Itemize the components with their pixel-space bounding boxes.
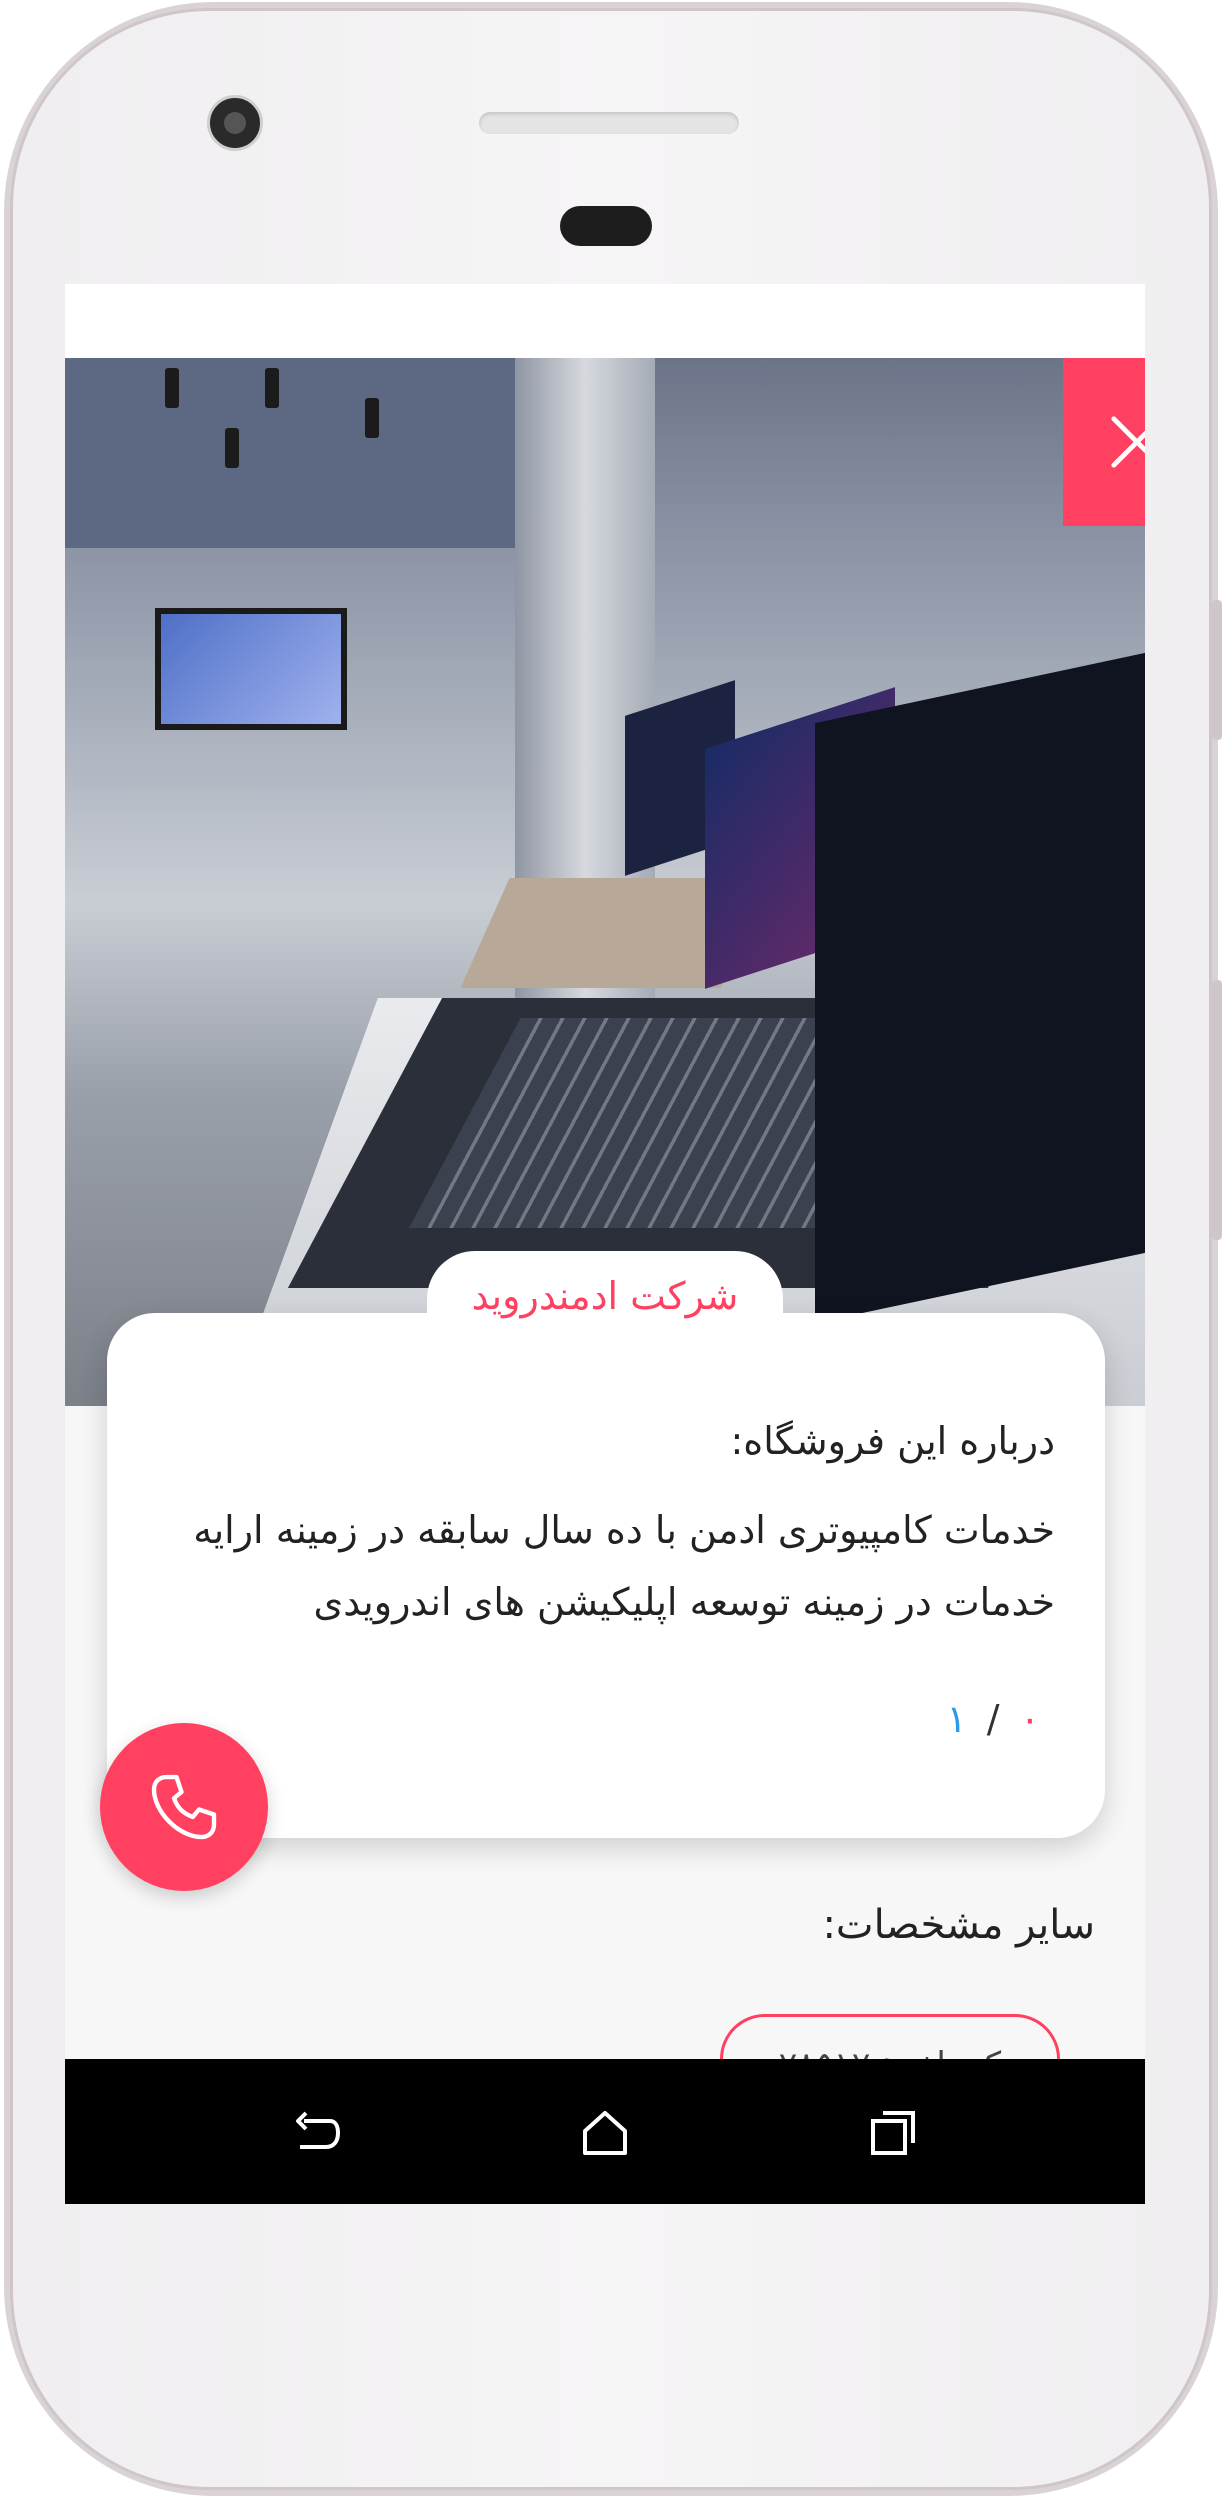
rating-separator: / <box>986 1697 1000 1741</box>
company-name: شرکت ادمندروید <box>471 1274 739 1318</box>
other-specs-title: سایر مشخصات: <box>822 1902 1095 1948</box>
close-button[interactable] <box>1063 358 1145 526</box>
close-icon <box>1111 416 1145 468</box>
power-button <box>1212 600 1222 740</box>
call-button[interactable] <box>100 1723 268 1891</box>
rating-value: ۰ <box>1019 1697 1040 1741</box>
android-nav-bar <box>65 2059 1145 2204</box>
status-bar <box>65 284 1145 358</box>
hero-ceiling-light <box>225 428 239 468</box>
front-camera <box>207 95 263 151</box>
rating-count: ۱ <box>946 1697 967 1741</box>
hero-ceiling <box>65 358 585 548</box>
proximity-sensor <box>560 206 652 246</box>
hero-ceiling-light <box>365 398 379 438</box>
store-hero-image <box>65 358 1145 1406</box>
earpiece-speaker <box>479 112 739 134</box>
home-icon[interactable] <box>579 2107 631 2159</box>
store-rating: ۱ / ۰ <box>946 1697 1040 1741</box>
hero-ceiling-light <box>265 368 279 408</box>
back-icon[interactable] <box>290 2107 342 2159</box>
about-store-description: خدمات کامپیوتری ادمن با ده سال سابقه در … <box>193 1508 1055 1624</box>
hero-ceiling-light <box>165 368 179 408</box>
hero-laptop-near-screen <box>815 652 1145 1324</box>
screen: شرکت ادمندروید درباره این فروشگاه: خدمات… <box>65 284 1145 2204</box>
about-store-title: درباره این فروشگاه: <box>730 1419 1055 1463</box>
phone-icon <box>151 1774 217 1840</box>
hero-wall-display <box>155 608 347 730</box>
volume-button <box>1212 980 1222 1240</box>
recents-icon[interactable] <box>867 2107 919 2159</box>
